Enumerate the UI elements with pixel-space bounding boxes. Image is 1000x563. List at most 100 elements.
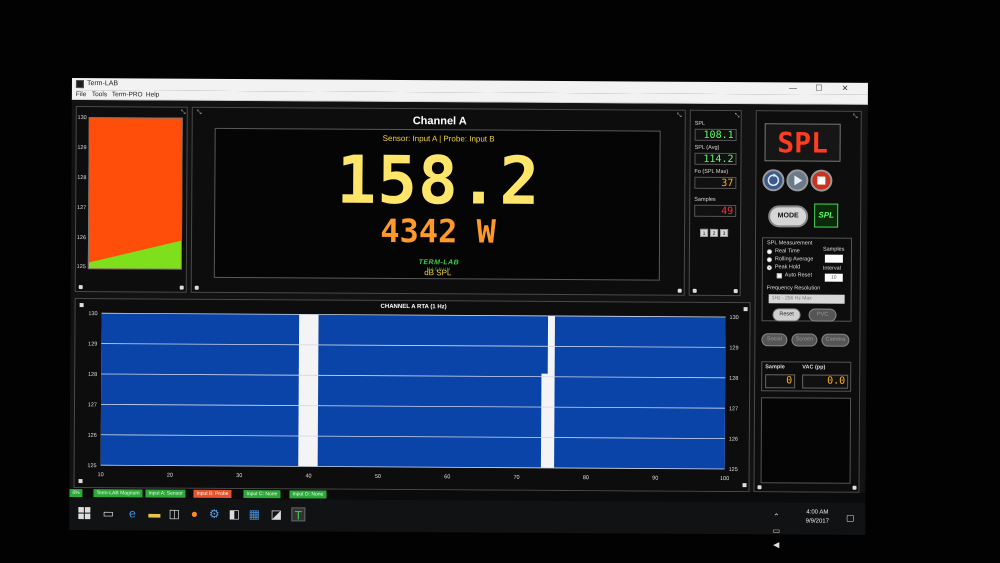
stats-panel: ⤡ SPL 108.1 SPL (Avg) 114.2 Fo (SPL Max)… <box>688 109 742 297</box>
samples-input-label: Samples <box>822 246 845 253</box>
reset-button[interactable]: Reset <box>772 308 801 322</box>
samples-label: Samples <box>694 196 716 203</box>
app-body: ⤡ 130 129 128 127 126 125 ⤡ ⤡ Channel A … <box>69 99 868 493</box>
page-button-3[interactable]: 3 <box>720 228 729 238</box>
radio-real-time[interactable] <box>766 249 772 255</box>
resize-handle[interactable] <box>852 485 857 490</box>
radio-peak-hold[interactable] <box>766 265 772 271</box>
window-title: Term-LAB <box>86 80 119 88</box>
meter-tick: 125 <box>76 264 86 271</box>
term-lab-logo: TERM-LAB MAGNUM <box>399 259 479 271</box>
frequency-resolution-select[interactable]: 1Hz - 256 Hz Max <box>768 294 845 304</box>
task-view-icon[interactable]: ▭ <box>101 506 115 520</box>
stop-button[interactable] <box>810 169 833 192</box>
page-button-2[interactable]: 2 <box>710 228 719 237</box>
spl-readout-value: 158.2 <box>336 141 541 220</box>
spl-measurement-box: SPL Measurement Samples Real Time Rollin… <box>761 237 853 322</box>
app-icon-2[interactable]: ▦ <box>247 507 261 521</box>
firefox-icon[interactable]: ● <box>187 507 201 521</box>
app-icon-3[interactable]: ◪ <box>269 507 283 521</box>
status-device: Term-LAB Magnum <box>93 489 143 498</box>
resize-handle[interactable] <box>692 288 697 293</box>
taskbar-clock[interactable]: 4:00 AM 9/9/2017 <box>797 508 837 526</box>
y-tick-label: 130 <box>730 315 739 321</box>
sample-label: Sample <box>765 364 785 371</box>
menu-file[interactable]: File <box>76 90 87 100</box>
spl-avg-value: 114.2 <box>694 152 737 166</box>
clock-time: 4:00 AM <box>806 509 829 516</box>
mode-button[interactable]: MODE <box>768 205 809 228</box>
sample-readout: 0 <box>765 374 796 389</box>
edge-icon[interactable]: e <box>125 506 139 520</box>
refresh-icon <box>767 173 780 187</box>
expand-icon[interactable]: ⤡ <box>735 113 740 119</box>
social-button[interactable]: Social <box>761 333 788 347</box>
app-icon-1[interactable]: ◧ <box>227 507 241 521</box>
y-tick-label: 126 <box>729 437 738 443</box>
preview-box <box>760 397 852 484</box>
x-tick-label: 30 <box>236 473 242 479</box>
fo-label: Fo (SPL Max) <box>694 168 729 176</box>
status-percent: 0% <box>69 488 83 498</box>
spl-avg-label: SPL (Avg) <box>694 144 720 151</box>
resize-handle <box>742 483 747 488</box>
file-explorer-icon[interactable]: ▬ <box>147 506 161 520</box>
rta-gap <box>547 315 555 468</box>
resize-handle <box>79 303 84 308</box>
page-button-1[interactable]: 1 <box>700 228 709 237</box>
vac-label: VAC (pp) <box>802 364 826 371</box>
resize-handle[interactable] <box>78 285 83 290</box>
refresh-button[interactable] <box>762 169 785 192</box>
spl-badge[interactable]: SPL <box>814 203 839 228</box>
windows-start-icon[interactable] <box>77 506 91 520</box>
radio-rolling-average[interactable] <box>766 257 772 263</box>
level-meter-panel: ⤡ 130 129 128 127 126 125 <box>74 106 188 293</box>
sample-vac-box: Sample VAC (pp) 0 0.0 <box>761 361 852 392</box>
resize-handle[interactable] <box>677 288 682 293</box>
notification-icon[interactable]: ▢ <box>843 511 857 525</box>
store-icon[interactable]: ◫ <box>167 507 181 521</box>
play-icon <box>794 175 803 186</box>
close-button[interactable]: ✕ <box>834 83 856 95</box>
clock-date: 9/9/2017 <box>805 518 829 525</box>
y-tick-label: 130 <box>88 311 97 317</box>
real-time-label: Real Time <box>774 248 800 255</box>
x-tick-label: 80 <box>583 475 589 481</box>
spl-label: SPL <box>694 120 706 127</box>
samples-value: 49 <box>694 204 737 218</box>
resize-handle[interactable] <box>733 289 738 294</box>
channel-panel: ⤡ ⤡ Channel A Sensor: Input A | Probe: I… <box>190 106 686 296</box>
menu-help[interactable]: Help <box>146 90 159 100</box>
term-lab-taskbar-icon[interactable]: T <box>291 507 306 522</box>
y-tick-label: 125 <box>729 467 738 473</box>
logo-subtext: MAGNUM <box>426 266 451 272</box>
expand-icon[interactable]: ⤡ <box>181 110 186 116</box>
x-tick-label: 50 <box>375 474 381 480</box>
play-button[interactable] <box>786 169 809 192</box>
interval-input[interactable]: 10 <box>824 273 843 282</box>
menu-tools[interactable]: Tools <box>92 90 107 100</box>
minimize-button[interactable]: — <box>782 82 804 94</box>
expand-icon[interactable]: ⤡ <box>853 114 858 120</box>
resize-handle[interactable] <box>194 285 199 290</box>
tray-icons[interactable]: ⌃ ▭ ◀ <box>769 510 783 549</box>
screen-button[interactable]: Screen <box>791 333 818 347</box>
level-meter-bar <box>87 117 183 270</box>
samples-input[interactable] <box>824 254 843 263</box>
meter-tick: 128 <box>77 175 87 182</box>
resize-handle[interactable] <box>757 485 762 490</box>
auto-reset-label: Auto Reset <box>784 272 813 279</box>
auto-reset-checkbox[interactable] <box>776 273 782 279</box>
x-tick-label: 40 <box>305 473 311 479</box>
pvc-button[interactable]: PVC <box>808 308 837 322</box>
menu-term-pro[interactable]: Term-PRO <box>112 90 143 100</box>
fo-value: 37 <box>694 176 737 190</box>
maximize-button[interactable]: ☐ <box>808 82 830 94</box>
status-input-a: Input A: Sensor <box>145 489 186 498</box>
camera-button[interactable]: Camera <box>821 333 850 347</box>
app-icon-settings[interactable]: ⚙ <box>207 507 221 521</box>
resize-handle <box>78 479 83 484</box>
resize-handle[interactable] <box>179 285 184 290</box>
rta-chart-panel: CHANNEL A RTA (1 Hz) 130 130 129 129 128 128 1… <box>73 298 751 493</box>
spl-value: 108.1 <box>694 128 737 142</box>
